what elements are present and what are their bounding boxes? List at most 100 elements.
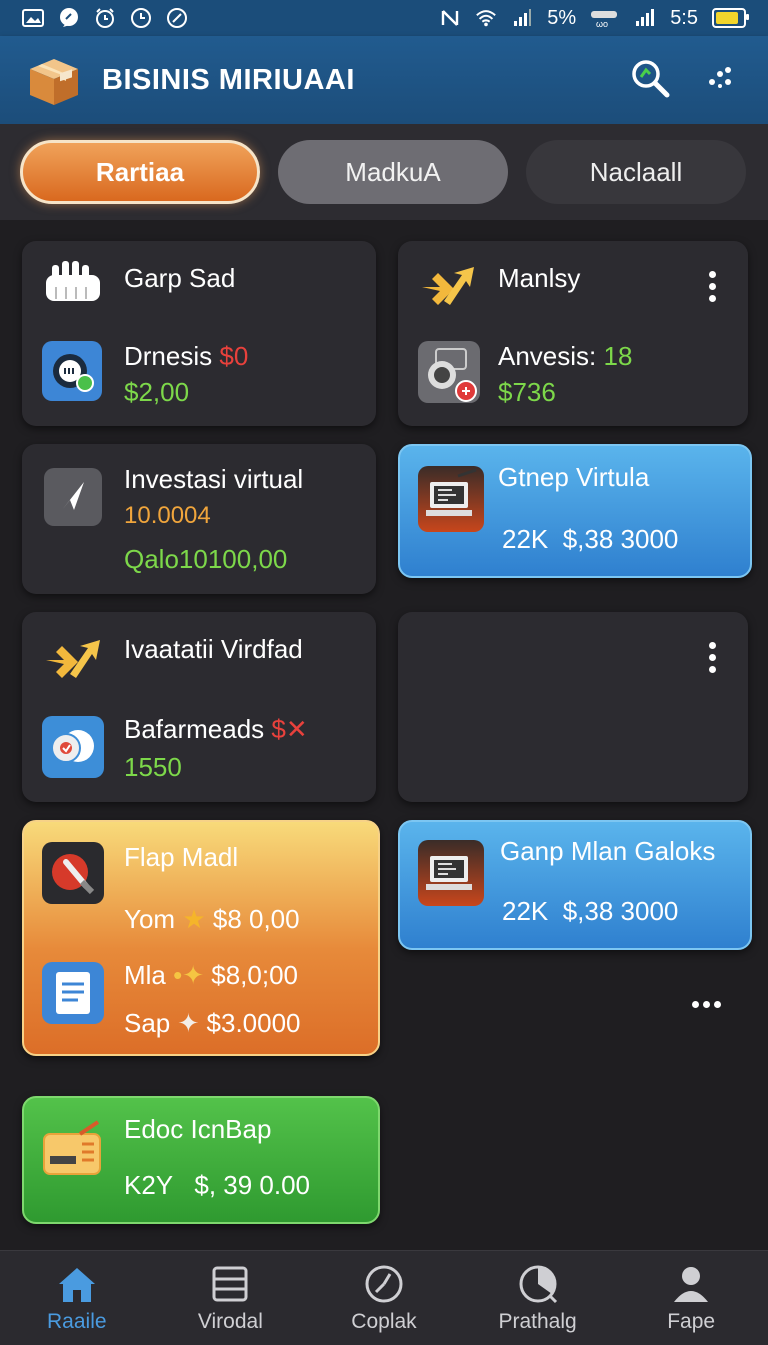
bottom-nav: Raaile Virodal Coplak Prathalg Fape bbox=[0, 1250, 768, 1345]
nav-label: Virodal bbox=[197, 1310, 263, 1333]
card-gtnep-virtula[interactable]: Gtnep Virtula 22K $,38 3000 bbox=[398, 444, 752, 578]
arrow-up-icon bbox=[418, 261, 478, 311]
label: Sap bbox=[124, 1008, 171, 1038]
home-icon bbox=[55, 1262, 99, 1306]
radio-app-icon bbox=[40, 1116, 106, 1182]
card-title: Investasi virtual bbox=[124, 464, 304, 494]
card-line-2: $736 bbox=[498, 377, 556, 407]
alarm-icon bbox=[94, 7, 116, 29]
disk-app-icon bbox=[418, 341, 480, 403]
card-line-2: Qalo10100,00 bbox=[124, 544, 288, 574]
hand-icon bbox=[42, 259, 104, 311]
nav-label: Prathalg bbox=[498, 1310, 577, 1333]
signal-icon-2 bbox=[634, 7, 656, 29]
nav-item-raaile[interactable]: Raaile bbox=[0, 1251, 154, 1345]
value: $8,0;00 bbox=[211, 960, 299, 990]
app-title: BISINIS MIRIUAAI bbox=[102, 63, 355, 96]
gear-app-icon bbox=[42, 341, 102, 401]
card-line-1: Drnesis $0 bbox=[124, 341, 248, 372]
card-title: Gtnep Virtula bbox=[498, 462, 650, 492]
card-manlsy[interactable]: Manlsy Anvesis: 18 $736 bbox=[398, 241, 748, 426]
app-bar: BISINIS MIRIUAAI bbox=[0, 36, 768, 124]
card-line-1: Bafarmeads $✕ bbox=[124, 714, 308, 745]
timer-icon bbox=[516, 1262, 560, 1306]
value: $8 0,00 bbox=[212, 904, 300, 934]
card-title: Garp Sad bbox=[124, 263, 236, 293]
tab-bar: Rartiaa MadkuA Naclaall bbox=[0, 124, 768, 220]
card-row-2: Mla •✦ $8,0;00 bbox=[124, 960, 298, 991]
tab-madkua[interactable]: MadkuA bbox=[278, 140, 508, 204]
nav-item-coplak[interactable]: Coplak bbox=[307, 1251, 461, 1345]
nav-item-fape[interactable]: Fape bbox=[614, 1251, 768, 1345]
card-line-2: $2,00 bbox=[124, 377, 190, 407]
value: $✕ bbox=[271, 714, 308, 744]
card-line-2: 1550 bbox=[124, 752, 182, 782]
card-line-1: Anvesis: 18 bbox=[498, 341, 632, 372]
nav-label: Fape bbox=[667, 1310, 716, 1333]
card-title: Ivaatatii Virdfad bbox=[124, 634, 303, 664]
card-title: Edoc IcnBap bbox=[124, 1114, 272, 1144]
status-right: 5% ωo 5:5 bbox=[439, 6, 749, 30]
more-button[interactable] bbox=[696, 56, 744, 104]
tab-rartiaa[interactable]: Rartiaa bbox=[20, 140, 260, 204]
card-row-3: Sap ✦ $3.0000 bbox=[124, 1008, 301, 1039]
signal-icon bbox=[511, 7, 533, 29]
computer-app-icon bbox=[418, 840, 484, 906]
label: Anvesis: bbox=[498, 341, 597, 371]
tab-naclaall[interactable]: Naclaall bbox=[526, 140, 746, 204]
star-icon: ★ bbox=[182, 904, 206, 934]
card-menu-button[interactable] bbox=[706, 642, 718, 673]
value-a: 22K bbox=[502, 524, 549, 554]
list-icon bbox=[208, 1262, 252, 1306]
status-left bbox=[22, 7, 188, 29]
card-line-1: K2Y $, 39 0.00 bbox=[124, 1170, 310, 1201]
value-a: K2Y bbox=[124, 1170, 173, 1200]
card-ivaatatii-virdfad[interactable]: Ivaatatii Virdfad Bafarmeads $✕ 1550 bbox=[22, 612, 376, 802]
wifi-icon bbox=[475, 7, 497, 29]
person-icon bbox=[669, 1262, 713, 1306]
card-row-1: Yom ★ $8 0,00 bbox=[124, 904, 300, 935]
clock-icon bbox=[362, 1262, 406, 1306]
value-b: $,38 3000 bbox=[562, 896, 679, 926]
nav-label: Coplak bbox=[351, 1310, 417, 1333]
computer-app-icon bbox=[418, 466, 484, 532]
tool-app-icon bbox=[42, 842, 104, 904]
value-b: $,38 3000 bbox=[562, 524, 679, 554]
battery-percent: 5% bbox=[547, 6, 577, 29]
send-app-icon bbox=[44, 468, 102, 526]
card-title: Ganp Mlan Galoks bbox=[500, 836, 716, 866]
arrow-up-icon bbox=[42, 632, 104, 684]
label: Drnesis bbox=[124, 341, 213, 371]
battery-icon bbox=[712, 8, 749, 28]
label: Yom bbox=[124, 904, 176, 934]
nav-item-virodal[interactable]: Virodal bbox=[154, 1251, 308, 1345]
label: Mla bbox=[124, 960, 166, 990]
card-title: Manlsy bbox=[498, 263, 581, 293]
card-flap-madl[interactable]: Flap Madl Yom ★ $8 0,00 Mla •✦ $8,0;00 S… bbox=[22, 820, 380, 1056]
box-logo-icon bbox=[24, 51, 82, 109]
status-bar: 5% ωo 5:5 bbox=[0, 0, 768, 36]
compass-icon bbox=[166, 7, 188, 29]
diamond-icon: ✦ bbox=[177, 1008, 200, 1038]
nav-item-prathalg[interactable]: Prathalg bbox=[461, 1251, 615, 1345]
hotspot-icon: ωo bbox=[590, 7, 620, 29]
search-button[interactable] bbox=[626, 56, 674, 104]
value: $0 bbox=[219, 341, 249, 371]
card-ganp-mlan-galoks[interactable]: Ganp Mlan Galoks 22K $,38 3000 bbox=[398, 820, 752, 950]
more-options-button[interactable] bbox=[692, 996, 728, 1012]
clock-time: 5:5 bbox=[670, 6, 698, 29]
value-b: $, 39 0.00 bbox=[194, 1170, 311, 1200]
card-title: Flap Madl bbox=[124, 842, 239, 872]
card-menu-button[interactable] bbox=[706, 271, 718, 302]
card-edoc-icnbap[interactable]: Edoc IcnBap K2Y $, 39 0.00 bbox=[22, 1096, 380, 1224]
card-garp-sad[interactable]: Garp Sad Drnesis $0 $2,00 bbox=[22, 241, 376, 426]
card-empty[interactable] bbox=[398, 612, 748, 802]
document-app-icon bbox=[42, 962, 104, 1024]
value-a: 22K bbox=[502, 896, 549, 926]
card-line-1: 22K $,38 3000 bbox=[502, 524, 678, 555]
sparkle-icon: •✦ bbox=[173, 960, 205, 990]
label: Bafarmeads bbox=[124, 714, 265, 744]
card-line-1: 10.0004 bbox=[124, 502, 211, 529]
card-investasi-virtual[interactable]: Investasi virtual 10.0004 Qalo10100,00 bbox=[22, 444, 376, 594]
clock-icon bbox=[130, 7, 152, 29]
